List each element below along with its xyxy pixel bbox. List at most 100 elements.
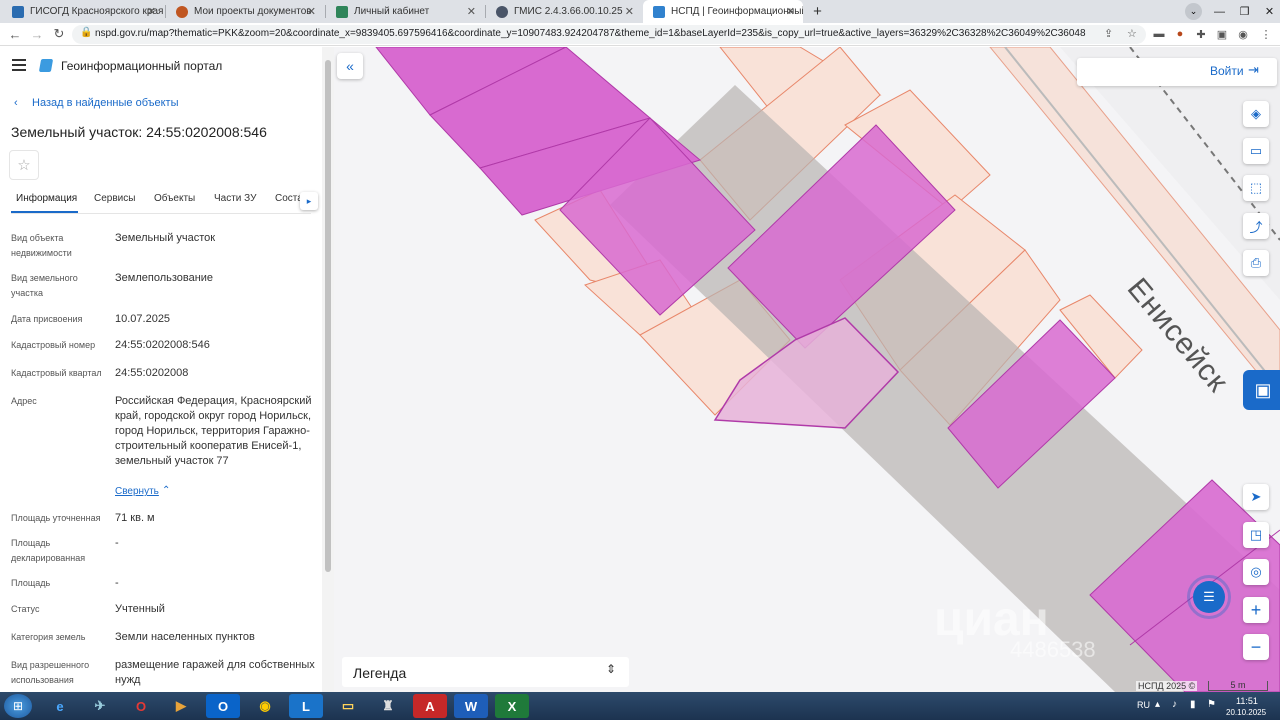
minimize-icon[interactable]: —	[1207, 0, 1232, 23]
copyright-text: НСПД 2025 ©	[1136, 681, 1198, 691]
browser-tab-nspd[interactable]: НСПД | Геоинформационный п ✕	[643, 0, 803, 23]
tray-expand-icon[interactable]: ▴	[1155, 699, 1160, 710]
panel-scrollbar-thumb[interactable]	[325, 60, 331, 572]
field-label: Площадь	[11, 578, 51, 588]
tab-composition[interactable]: Соста	[275, 193, 300, 204]
browser-tab-projects[interactable]: Мои проекты документов ✕	[166, 0, 324, 23]
ie-icon[interactable]: e	[42, 694, 78, 718]
login-label[interactable]: Войти	[1210, 64, 1244, 78]
opera-icon[interactable]: O	[123, 694, 159, 718]
field-label: Кадастровый квартал	[11, 368, 102, 378]
collapse-link[interactable]: Свернуть	[115, 486, 159, 497]
chat-icon[interactable]: ☰	[1193, 581, 1225, 613]
assistant-icon[interactable]: ▣	[1243, 370, 1280, 410]
profile-icon[interactable]: ◉	[1235, 26, 1251, 42]
field-label: Площадь уточненная	[11, 513, 101, 523]
lync-icon[interactable]: L	[289, 694, 323, 718]
browser-tab-gisogd[interactable]: ГИСОГД Красноярского края ✕	[2, 0, 164, 23]
browser-tab-cabinet[interactable]: Личный кабинет ✕	[326, 0, 484, 23]
pdf-reader-icon[interactable]: A	[413, 694, 447, 718]
field-value: 24:55:0202008:546	[115, 339, 210, 351]
field-label: Вид земельного участка	[11, 273, 78, 298]
url-text[interactable]: nspd.gov.ru/map?thematic=PKK&zoom=20&coo…	[95, 28, 1095, 39]
field-label: Дата присвоения	[11, 314, 83, 324]
tab-services[interactable]: Сервисы	[94, 193, 135, 204]
tab-info[interactable]: Информация	[16, 193, 77, 204]
chevron-up-icon[interactable]: ⌃	[162, 485, 170, 496]
bookmark-star-icon[interactable]: ☆	[1127, 27, 1137, 40]
scale-bar: 5 m	[1208, 681, 1268, 691]
tabs-scroll-right-icon[interactable]: ▸	[300, 192, 318, 210]
browser-menu-icon[interactable]: ⋮	[1258, 26, 1274, 42]
ruler-icon[interactable]: ▭	[1243, 138, 1269, 164]
field-value: 71 кв. м	[115, 512, 155, 524]
extension-icon[interactable]: ▬	[1151, 26, 1167, 42]
collapse-panel-icon[interactable]: «	[337, 53, 363, 79]
browser-tab-gmis[interactable]: ГМИС 2.4.3.66.00.10.25 ✕	[486, 0, 642, 23]
watermark-phone: 4486538	[1010, 637, 1096, 662]
close-icon[interactable]: ✕	[467, 5, 476, 18]
close-icon[interactable]: ✕	[786, 5, 795, 18]
back-to-results-link[interactable]: Назад в найденные объекты	[32, 97, 179, 109]
close-icon[interactable]: ✕	[307, 5, 316, 18]
print-icon[interactable]: ⎙	[1243, 250, 1269, 276]
flag-icon[interactable]: ⚑	[1207, 699, 1216, 710]
new-tab-button[interactable]: +	[808, 2, 827, 21]
lock-icon[interactable]: 🔒	[80, 27, 92, 38]
chevron-left-icon[interactable]: ‹	[14, 97, 18, 109]
forward-icon[interactable]: →	[28, 25, 46, 43]
tab-label: Личный кабинет	[354, 6, 430, 17]
reload-icon[interactable]: ↻	[50, 25, 68, 43]
zoom-out-icon[interactable]: −	[1243, 634, 1269, 660]
tabs-divider	[11, 213, 311, 214]
hamburger-menu-icon[interactable]	[12, 59, 26, 71]
expand-sort-icon[interactable]: ⇕	[606, 662, 616, 676]
favorite-star-icon[interactable]: ☆	[9, 150, 39, 180]
start-button-icon[interactable]: ⊞	[4, 694, 32, 718]
media-player-icon[interactable]: ▶	[163, 694, 199, 718]
close-window-icon[interactable]: ✕	[1257, 0, 1280, 23]
tab-label: НСПД | Геоинформационный п	[671, 6, 803, 17]
legend-label[interactable]: Легенда	[353, 665, 406, 681]
chrome-icon[interactable]: ◉	[247, 694, 283, 718]
clock-date[interactable]: 20.10.2025	[1226, 708, 1266, 717]
share-icon[interactable]: ⤴	[1243, 213, 1269, 239]
extension-icon[interactable]: ●	[1172, 26, 1188, 42]
excel-icon[interactable]: X	[495, 694, 529, 718]
tab-parts[interactable]: Части ЗУ	[214, 193, 256, 204]
network-icon[interactable]: ▮	[1190, 699, 1196, 710]
map-layers[interactable]	[334, 47, 1280, 692]
explorer-folder-icon[interactable]: ▭	[330, 694, 366, 718]
locate-icon[interactable]: ◎	[1243, 559, 1269, 585]
outlook-icon[interactable]: O	[206, 694, 240, 718]
field-label: Площадь декларированная	[11, 538, 86, 563]
bird-app-icon[interactable]: ✈	[82, 694, 118, 718]
restore-icon[interactable]: ❐	[1232, 0, 1257, 23]
language-indicator[interactable]: RU	[1137, 700, 1150, 710]
back-icon[interactable]: ←	[6, 25, 24, 43]
clock-time[interactable]: 11:51	[1236, 696, 1258, 706]
close-icon[interactable]: ✕	[147, 5, 156, 18]
navigate-icon[interactable]: ➤	[1243, 484, 1269, 510]
login-icon[interactable]: ⇥	[1248, 62, 1259, 78]
app-icon[interactable]: ♜	[370, 694, 406, 718]
field-value: размещение гаражей для собственных нужд	[115, 659, 315, 686]
side-panel-icon[interactable]: ▣	[1214, 26, 1230, 42]
zoom-in-icon[interactable]: +	[1243, 597, 1269, 623]
select-area-icon[interactable]: ⬚	[1243, 175, 1269, 201]
extensions-puzzle-icon[interactable]: ✚	[1193, 26, 1209, 42]
map-canvas[interactable]: Енисейск циан 4486538 « Войти ⇥ ◈ ▭ ⬚ ⤴ …	[334, 47, 1280, 692]
tab-favicon-icon	[176, 5, 188, 18]
tab-favicon-icon	[12, 5, 24, 18]
login-button[interactable]	[1077, 58, 1277, 86]
address-value: Российская Федерация, Красноярский край,…	[115, 395, 312, 467]
word-icon[interactable]: W	[454, 694, 488, 718]
volume-icon[interactable]: ♪	[1172, 699, 1177, 710]
share-icon[interactable]: ⇪	[1104, 27, 1113, 40]
tab-objects[interactable]: Объекты	[154, 193, 195, 204]
close-icon[interactable]: ✕	[625, 5, 634, 18]
layers-icon[interactable]: ◈	[1243, 101, 1269, 127]
minimap-icon[interactable]: ◳	[1243, 522, 1269, 548]
field-label: Кадастровый номер	[11, 340, 96, 350]
tab-search-icon[interactable]: ⌄	[1185, 3, 1202, 20]
